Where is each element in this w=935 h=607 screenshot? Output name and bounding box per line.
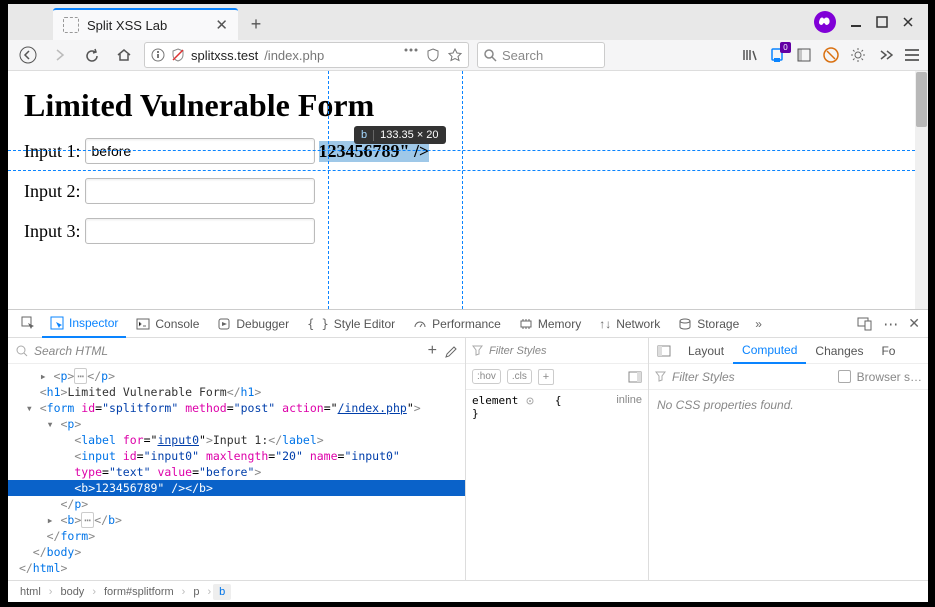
browser-tab[interactable]: Split XSS Lab ✕ bbox=[53, 8, 238, 40]
private-mode-icon bbox=[814, 11, 836, 33]
close-tab-icon[interactable]: ✕ bbox=[215, 16, 228, 34]
maximize-icon[interactable] bbox=[876, 16, 888, 28]
info-icon[interactable] bbox=[151, 48, 165, 62]
url-bar[interactable]: splitxss.test/index.php bbox=[144, 42, 469, 68]
computed-empty-msg: No CSS properties found. bbox=[649, 390, 928, 420]
minimize-icon[interactable] bbox=[850, 16, 862, 28]
tooltip-tag: b bbox=[361, 129, 367, 141]
dom-tree[interactable]: ▸ <p>⋯</p> <h1>Limited Vulnerable Form</… bbox=[8, 364, 465, 580]
element-selector: element bbox=[472, 394, 518, 407]
tab-title: Split XSS Lab bbox=[87, 18, 167, 33]
filter-styles-bar[interactable]: Filter Styles bbox=[466, 338, 648, 364]
search-icon bbox=[484, 49, 497, 62]
devtools-close-icon[interactable]: ✕ bbox=[908, 315, 920, 332]
filter-icon bbox=[472, 345, 483, 356]
search-html-bar[interactable]: Search HTML + bbox=[8, 338, 465, 364]
back-button[interactable] bbox=[16, 43, 40, 67]
hov-toggle[interactable]: :hov bbox=[472, 369, 501, 384]
bookmark-star-icon[interactable] bbox=[448, 48, 462, 62]
inspect-target-icon bbox=[525, 396, 535, 406]
new-tab-button[interactable]: + bbox=[242, 10, 270, 38]
tab-console[interactable]: Console bbox=[128, 310, 207, 338]
tabs-overflow-icon[interactable]: » bbox=[749, 317, 768, 331]
search-placeholder: Search bbox=[502, 48, 543, 63]
url-path: /index.php bbox=[264, 48, 324, 63]
input2-label: Input 2: bbox=[24, 181, 81, 202]
sidebar-icon[interactable] bbox=[796, 47, 812, 63]
favicon-icon bbox=[63, 17, 79, 33]
gear-icon[interactable] bbox=[850, 47, 866, 63]
input2-field[interactable] bbox=[85, 178, 315, 204]
tab-performance[interactable]: Performance bbox=[405, 310, 509, 338]
content-scrollbar[interactable] bbox=[915, 71, 928, 309]
whats-new-icon[interactable] bbox=[769, 47, 785, 63]
home-button[interactable] bbox=[112, 43, 136, 67]
inspector-tooltip: b 133.35 × 20 bbox=[354, 126, 446, 144]
reload-button[interactable] bbox=[80, 43, 104, 67]
tab-computed[interactable]: Computed bbox=[733, 338, 806, 364]
input3-field[interactable] bbox=[85, 218, 315, 244]
tab-inspector[interactable]: Inspector bbox=[42, 310, 126, 338]
toggle-3pane-icon[interactable] bbox=[649, 345, 679, 357]
filter-icon bbox=[655, 371, 666, 382]
tab-bar: Split XSS Lab ✕ + bbox=[8, 4, 928, 40]
shield-struck-icon bbox=[171, 48, 185, 62]
tooltip-dims: 133.35 × 20 bbox=[380, 129, 438, 141]
overflow-icon[interactable] bbox=[877, 49, 893, 61]
tab-debugger[interactable]: Debugger bbox=[209, 310, 297, 338]
responsive-mode-icon[interactable] bbox=[857, 317, 873, 331]
window-close-icon[interactable] bbox=[902, 16, 914, 28]
add-rule-icon[interactable]: + bbox=[538, 369, 554, 385]
breadcrumbs[interactable]: html› body› form#splitform› p› b bbox=[8, 580, 928, 602]
cls-toggle[interactable]: .cls bbox=[507, 369, 532, 384]
noscript-icon[interactable] bbox=[823, 47, 839, 63]
browser-styles-label: Browser s… bbox=[857, 370, 922, 384]
forward-button[interactable] bbox=[48, 43, 72, 67]
page-heading: Limited Vulnerable Form bbox=[24, 87, 912, 124]
browser-styles-checkbox[interactable] bbox=[838, 370, 851, 383]
computed-filter-bar[interactable]: Filter Styles Browser s… bbox=[649, 364, 928, 390]
input3-label: Input 3: bbox=[24, 221, 81, 242]
input1-field[interactable] bbox=[85, 138, 315, 164]
page-actions-icon[interactable] bbox=[404, 48, 418, 52]
library-icon[interactable] bbox=[742, 47, 758, 63]
search-bar[interactable]: Search bbox=[477, 42, 605, 68]
menu-icon[interactable] bbox=[904, 48, 920, 62]
tab-memory[interactable]: Memory bbox=[511, 310, 589, 338]
tab-network[interactable]: ↑↓Network bbox=[591, 310, 668, 338]
add-node-icon[interactable]: + bbox=[428, 342, 437, 360]
tab-style-editor[interactable]: { }Style Editor bbox=[299, 310, 403, 338]
url-domain: splitxss.test bbox=[191, 48, 258, 63]
devtools-tabbar: Inspector Console Debugger { }Style Edit… bbox=[8, 310, 928, 338]
eyedropper-icon[interactable] bbox=[443, 344, 457, 358]
devtools-menu-icon[interactable]: ⋯ bbox=[883, 315, 898, 333]
no-tracking-icon[interactable] bbox=[426, 48, 440, 62]
tab-storage[interactable]: Storage bbox=[670, 310, 747, 338]
search-icon bbox=[16, 345, 28, 357]
input1-label: Input 1: bbox=[24, 141, 81, 162]
nav-toolbar: splitxss.test/index.php Search bbox=[8, 40, 928, 71]
content-area: Limited Vulnerable Form Input 1: 1234567… bbox=[8, 71, 928, 309]
pick-element-icon[interactable] bbox=[16, 312, 40, 336]
tab-fonts[interactable]: Fo bbox=[872, 338, 904, 364]
devtools-panel: Inspector Console Debugger { }Style Edit… bbox=[8, 309, 928, 602]
sidebar-toggle-icon[interactable] bbox=[628, 371, 642, 383]
tab-layout[interactable]: Layout bbox=[679, 338, 733, 364]
tab-changes[interactable]: Changes bbox=[806, 338, 872, 364]
